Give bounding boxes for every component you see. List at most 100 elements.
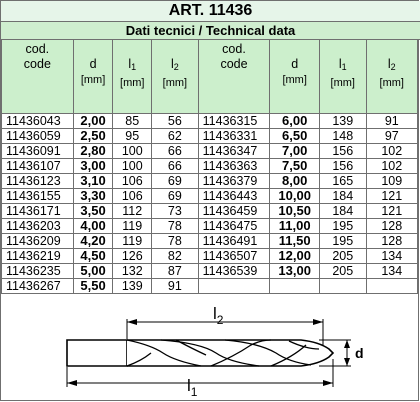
cell-l2: 78 <box>151 233 199 249</box>
cell-l1: 184 <box>319 188 367 204</box>
header-unit: [mm] <box>379 77 404 89</box>
drill-flutes <box>127 339 335 367</box>
cell-code: 11436491 <box>197 233 271 249</box>
table-row: 11436209 4,20 119 78 11436491 11,50 195 128 <box>1 233 419 249</box>
l1-dimension-label: l1 <box>187 376 198 399</box>
header-l1-left: l1 [mm] <box>112 39 153 114</box>
cell-d: 6,00 <box>269 113 320 129</box>
cell-l2: 91 <box>365 113 419 129</box>
cell-code: 11436219 <box>1 248 74 264</box>
cell-d: 4,50 <box>72 248 114 264</box>
header-code-right: cod. code <box>197 39 271 114</box>
cell-l2: 66 <box>151 143 199 159</box>
table-row: 11436107 3,00 100 66 11436363 7,50 156 102 <box>1 158 419 174</box>
cell-l1: 195 <box>319 233 367 249</box>
cell-d: 12,00 <box>269 248 320 264</box>
cell-l2: 128 <box>365 218 419 234</box>
cell-code: 11436043 <box>1 113 74 129</box>
header-l1-sub: 1 <box>341 62 347 72</box>
spec-sheet: ART. 11436 Dati tecnici / Technical data… <box>0 0 420 401</box>
cell-d: 8,00 <box>269 173 320 189</box>
cell-l2: 109 <box>365 173 419 189</box>
cell-d: 7,00 <box>269 143 320 159</box>
cell-code: 11436203 <box>1 218 74 234</box>
cell-l1: 119 <box>112 233 153 249</box>
cell-d: 13,00 <box>269 263 320 279</box>
cell-l2: 128 <box>365 233 419 249</box>
header-d-right: d [mm] <box>269 39 320 114</box>
table-row: 11436203 4,00 119 78 11436475 11,00 195 128 <box>1 218 419 234</box>
header-unit: [mm] <box>282 74 307 86</box>
cell-d: 6,50 <box>269 128 320 144</box>
cell-l1: 100 <box>112 158 153 174</box>
cell-l1: 148 <box>319 128 367 144</box>
cell-l1: 184 <box>319 203 367 219</box>
cell-code: 11436107 <box>1 158 74 174</box>
cell-l1: 95 <box>112 128 153 144</box>
drill-bit-drawing: l2 d l1 <box>66 304 364 399</box>
cell-code: 11436123 <box>1 173 74 189</box>
header-unit: [mm] <box>162 77 188 89</box>
table-row: 11436267 5,50 139 91 <box>1 278 419 294</box>
header-l2-right: l2 [mm] <box>365 39 419 114</box>
table-body: 11436043 2,00 85 56 11436315 6,00 139 91 1143605… <box>1 113 419 294</box>
cell-d: 11,00 <box>269 218 320 234</box>
cell-l2: 134 <box>365 263 419 279</box>
header-l2-left: l2 [mm] <box>151 39 199 114</box>
table-row: 11436123 3,10 106 69 11436379 8,00 165 109 <box>1 173 419 189</box>
empty-cell <box>197 278 271 294</box>
table-row: 11436091 2,80 100 66 11436347 7,00 156 102 <box>1 143 419 159</box>
cell-d: 2,80 <box>72 143 114 159</box>
article-title: ART. 11436 <box>1 1 420 22</box>
cell-l1: 132 <box>112 263 153 279</box>
cell-l1: 106 <box>112 188 153 204</box>
header-d-label: d <box>89 57 97 71</box>
cell-l1: 112 <box>112 203 153 219</box>
cell-d: 3,50 <box>72 203 114 219</box>
cell-d: 11,50 <box>269 233 320 249</box>
cell-d: 3,30 <box>72 188 114 204</box>
cell-d: 4,20 <box>72 233 114 249</box>
cell-d: 3,00 <box>72 158 114 174</box>
cell-code: 11436331 <box>197 128 271 144</box>
drill-shank <box>66 339 128 367</box>
cell-d: 5,00 <box>72 263 114 279</box>
cell-l1: 139 <box>319 113 367 129</box>
header-l1-sub: 1 <box>131 62 137 72</box>
cell-l2: 121 <box>365 203 419 219</box>
cell-l2: 66 <box>151 158 199 174</box>
header-unit: [mm] <box>330 77 355 89</box>
table-header-row: cod. code d [mm] l1 [mm] l2 [mm] cod. co… <box>1 39 419 114</box>
specification-table: cod. code d [mm] l1 [mm] l2 [mm] cod. co… <box>1 39 419 294</box>
l2-dimension-label: l2 <box>213 304 224 327</box>
cell-l1: 126 <box>112 248 153 264</box>
cell-l2: 69 <box>151 188 199 204</box>
cell-l2: 121 <box>365 188 419 204</box>
header-code-en: code <box>23 57 51 71</box>
cell-l1: 139 <box>112 278 153 294</box>
cell-code: 11436363 <box>197 158 271 174</box>
cell-code: 11436347 <box>197 143 271 159</box>
cell-l2: 91 <box>151 278 199 294</box>
header-code-en: code <box>220 57 248 71</box>
cell-d: 4,00 <box>72 218 114 234</box>
cell-d: 7,50 <box>269 158 320 174</box>
cell-l1: 165 <box>319 173 367 189</box>
cell-l2: 134 <box>365 248 419 264</box>
cell-l1: 100 <box>112 143 153 159</box>
cell-l1: 85 <box>112 113 153 129</box>
cell-l1: 156 <box>319 143 367 159</box>
cell-d: 10,00 <box>269 188 320 204</box>
header-unit: [mm] <box>80 74 106 86</box>
cell-l2: 82 <box>151 248 199 264</box>
empty-cell <box>319 278 367 294</box>
cell-code: 11436459 <box>197 203 271 219</box>
cell-code: 11436507 <box>197 248 271 264</box>
cell-l1: 106 <box>112 173 153 189</box>
header-code-left: cod. code <box>1 39 74 114</box>
cell-l1: 205 <box>319 263 367 279</box>
cell-code: 11436539 <box>197 263 271 279</box>
header-unit: [mm] <box>120 77 145 89</box>
cell-d: 3,10 <box>72 173 114 189</box>
cell-code: 11436171 <box>1 203 74 219</box>
